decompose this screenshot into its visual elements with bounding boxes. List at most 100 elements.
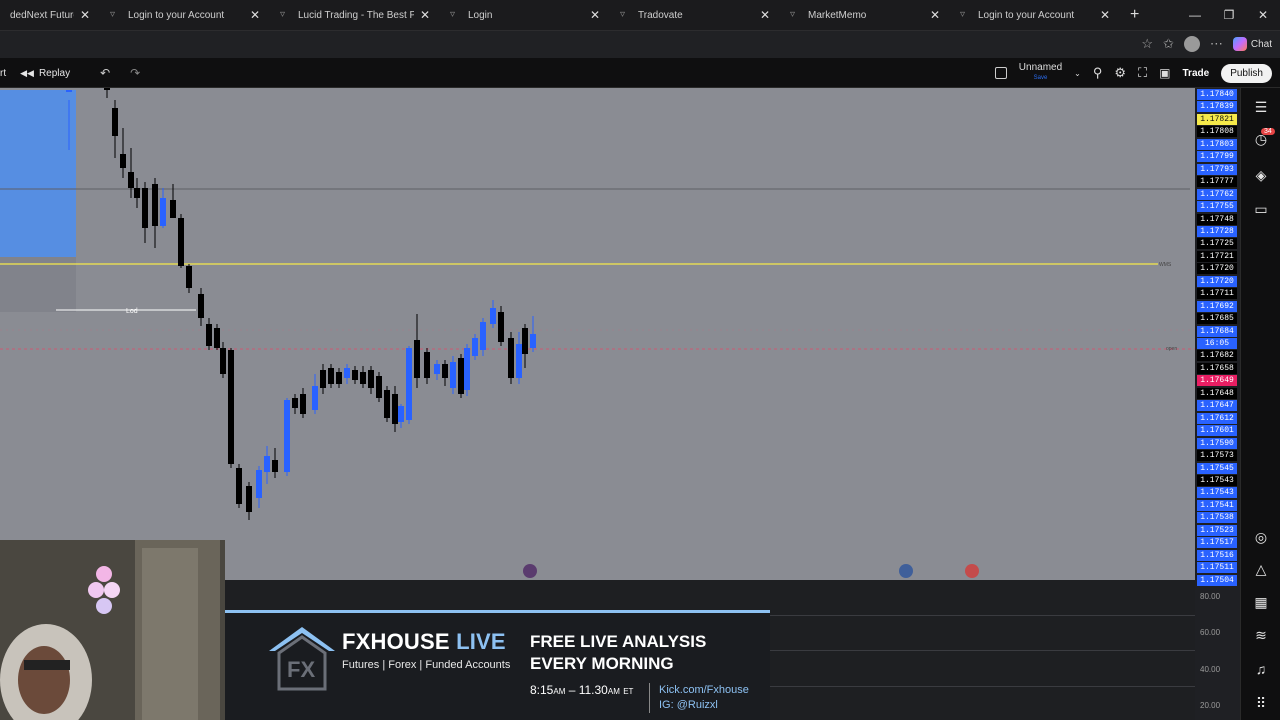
candle-body xyxy=(152,184,158,226)
camera-icon[interactable]: ▣ xyxy=(1159,66,1170,80)
price-label: 1.17755 xyxy=(1197,201,1237,213)
highlight-zone-grey xyxy=(0,257,76,312)
event-marker-2[interactable] xyxy=(899,564,913,578)
minimize-button[interactable]: — xyxy=(1178,8,1212,22)
close-window-button[interactable]: ✕ xyxy=(1246,8,1280,22)
candle-body xyxy=(104,88,110,90)
profile-avatar[interactable] xyxy=(1183,36,1200,52)
price-label: 1.17840 xyxy=(1197,89,1237,100)
candle-body xyxy=(344,368,350,378)
browser-tab[interactable]: ▿ Login ✕ xyxy=(440,0,610,30)
chat-bubble-icon[interactable]: ▭ xyxy=(1252,200,1270,218)
browser-tab[interactable]: ▿ Tradovate ✕ xyxy=(610,0,780,30)
alerts-badge: 34 xyxy=(1261,128,1275,135)
redo-icon[interactable]: ↷ xyxy=(130,66,140,80)
price-label: 1.17658 xyxy=(1197,362,1237,374)
candle-body xyxy=(120,154,126,168)
tab-close-icon[interactable]: ✕ xyxy=(1100,8,1110,22)
tab-close-icon[interactable]: ✕ xyxy=(760,8,770,22)
candle-body xyxy=(246,486,252,512)
bookmark-star-icon[interactable]: ☆ xyxy=(1141,36,1153,52)
watchlist-icon[interactable]: ☰ xyxy=(1252,98,1270,116)
time-start-ampm: AM xyxy=(553,687,566,696)
tab-title: MarketMemo xyxy=(808,9,867,21)
candle-body xyxy=(360,372,366,384)
browser-tab[interactable]: ▿ Login to your Account ✕ xyxy=(950,0,1120,30)
fullscreen-icon[interactable]: ⛶ xyxy=(1138,65,1147,81)
more-menu-icon[interactable]: ⋯ xyxy=(1210,36,1223,52)
tab-close-icon[interactable]: ✕ xyxy=(420,8,430,22)
price-label: 1.17543 xyxy=(1197,474,1237,486)
tab-close-icon[interactable]: ✕ xyxy=(590,8,600,22)
browser-tab[interactable]: dedNext Futures Hel ✕ xyxy=(0,0,100,30)
event-marker-3[interactable] xyxy=(965,564,979,578)
osc-level-80: 80.00 xyxy=(1200,592,1221,601)
candle-body xyxy=(264,456,270,472)
tab-close-icon[interactable]: ✕ xyxy=(80,8,90,22)
tab-title: dedNext Futures Hel xyxy=(10,9,74,21)
price-label: 1.17647 xyxy=(1197,400,1237,412)
replay-icon: ◀◀ xyxy=(20,67,34,78)
price-chart[interactable]: Lod WMS open xyxy=(0,88,1195,580)
candle-body xyxy=(516,344,522,378)
undo-icon[interactable]: ↶ xyxy=(100,66,110,80)
candle-body xyxy=(530,334,536,348)
browser-tab[interactable]: ▿ Login to your Account ✕ xyxy=(100,0,270,30)
tab-title: Lucid Trading - The Best Prop Fi xyxy=(298,9,414,21)
trade-button[interactable]: Trade xyxy=(1183,68,1210,79)
pyramid-icon[interactable]: △ xyxy=(1252,560,1270,578)
bell-icon[interactable]: ♫ xyxy=(1252,660,1270,678)
candle-body xyxy=(406,348,412,420)
replay-button[interactable]: ◀◀ Replay xyxy=(20,68,70,79)
candle-body xyxy=(328,368,334,384)
browser-tab[interactable]: ▿ MarketMemo ✕ xyxy=(780,0,950,30)
chart-toolbar: rt ◀◀ Replay ↶ ↷ Unnamed Save ⌄ ⚲ ⚙ ⛶ ▣ … xyxy=(0,58,1280,88)
overlay-schedule: 8:15AM – 11.30AM ET xyxy=(530,683,634,697)
candle-body xyxy=(498,312,504,342)
target-icon[interactable]: ◎ xyxy=(1252,528,1270,546)
instagram-handle: IG: @Ruizxl xyxy=(659,699,718,711)
publish-button[interactable]: Publish xyxy=(1221,63,1272,83)
overlay-brand: FXHOUSE LIVE xyxy=(342,629,506,655)
tab-title: Login to your Account xyxy=(128,9,225,21)
candle-body xyxy=(128,172,134,188)
price-label: 1.17728 xyxy=(1197,225,1237,237)
chart-canvas[interactable]: Lod WMS open xyxy=(0,88,1195,580)
toolbar-cut-label[interactable]: rt xyxy=(0,68,6,79)
apps-grid-icon[interactable]: ⠿ xyxy=(1252,694,1270,712)
favorites-icon[interactable]: ✩ xyxy=(1163,36,1174,52)
price-label: 1.17541 xyxy=(1197,499,1237,511)
tab-close-icon[interactable]: ✕ xyxy=(930,8,940,22)
maximize-button[interactable]: ❐ xyxy=(1212,8,1246,22)
wms-label: WMS xyxy=(1159,262,1172,268)
signal-icon[interactable]: ≋ xyxy=(1252,626,1270,644)
browser-tab[interactable]: ▿ Lucid Trading - The Best Prop Fi ✕ xyxy=(270,0,440,30)
candle-body xyxy=(424,352,430,378)
price-axis[interactable]: 1.17840 1.17839 1.17821 1.17808 1.17803 1.177… xyxy=(1195,88,1240,586)
tab-favicon-icon: ▿ xyxy=(960,9,966,20)
price-label: 1.17516 xyxy=(1197,549,1237,561)
tab-close-icon[interactable]: ✕ xyxy=(250,8,260,22)
price-label: 1.17803 xyxy=(1197,138,1237,150)
quick-search-icon[interactable]: ⚲ xyxy=(1093,65,1103,81)
price-label: 1.17685 xyxy=(1197,313,1237,325)
candle-body xyxy=(284,400,290,472)
price-label: 1.17684 xyxy=(1197,325,1237,337)
tab-favicon-icon: ▿ xyxy=(110,9,116,20)
layout-toggle-icon[interactable] xyxy=(994,67,1007,79)
osc-level-20: 20.00 xyxy=(1200,701,1221,710)
chat-button[interactable]: Chat xyxy=(1232,37,1272,51)
chevron-down-icon[interactable]: ⌄ xyxy=(1074,69,1081,78)
new-tab-button[interactable]: + xyxy=(1130,6,1139,24)
settings-icon[interactable]: ⚙ xyxy=(1114,65,1126,81)
candle-body xyxy=(352,370,358,380)
time-start: 8:15 xyxy=(530,683,554,697)
candle-body xyxy=(170,200,176,218)
calendar-icon[interactable]: ▦ xyxy=(1252,593,1270,611)
candle-body xyxy=(220,348,226,374)
candle-body xyxy=(214,328,220,348)
replay-label: Replay xyxy=(38,67,71,79)
event-marker-1[interactable] xyxy=(523,564,537,578)
layers-icon[interactable]: ◈ xyxy=(1252,166,1270,184)
layout-name-button[interactable]: Unnamed Save xyxy=(1019,63,1062,83)
